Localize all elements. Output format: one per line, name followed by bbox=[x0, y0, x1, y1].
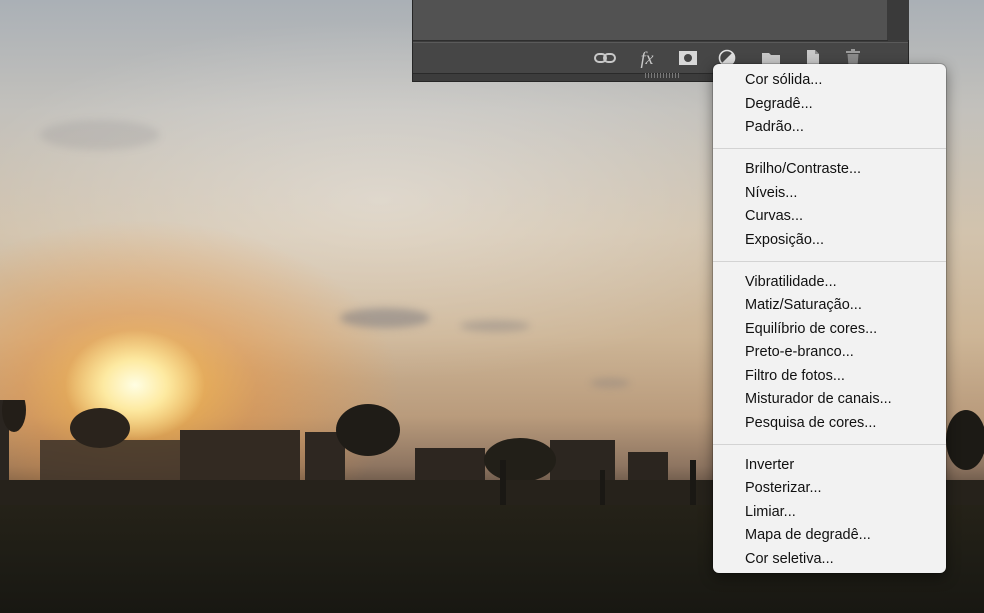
menu-item-equilibrio-de-cores[interactable]: Equilíbrio de cores... bbox=[713, 318, 946, 342]
menu-item-matiz-saturacao[interactable]: Matiz/Saturação... bbox=[713, 294, 946, 318]
cloud bbox=[590, 378, 630, 388]
menu-separator bbox=[713, 260, 946, 262]
cloud bbox=[340, 308, 430, 328]
menu-item-curvas[interactable]: Curvas... bbox=[713, 205, 946, 229]
menu-separator bbox=[713, 443, 946, 445]
menu-item-inverter[interactable]: Inverter bbox=[713, 454, 946, 478]
menu-item-niveis[interactable]: Níveis... bbox=[713, 182, 946, 206]
menu-item-limiar[interactable]: Limiar... bbox=[713, 501, 946, 525]
menu-item-mapa-de-degrade[interactable]: Mapa de degradê... bbox=[713, 524, 946, 548]
cloud bbox=[40, 120, 160, 150]
menu-item-vibratilidade[interactable]: Vibratilidade... bbox=[713, 271, 946, 295]
menu-item-cor-solida[interactable]: Cor sólida... bbox=[713, 69, 946, 93]
menu-item-cor-seletiva[interactable]: Cor seletiva... bbox=[713, 548, 946, 572]
menu-item-brilho-contraste[interactable]: Brilho/Contraste... bbox=[713, 158, 946, 182]
layers-scrollbar[interactable] bbox=[887, 0, 909, 40]
menu-item-posterizar[interactable]: Posterizar... bbox=[713, 477, 946, 501]
link-icon[interactable] bbox=[593, 47, 617, 69]
fx-icon[interactable]: fx bbox=[635, 47, 659, 69]
menu-item-padrao[interactable]: Padrão... bbox=[713, 116, 946, 140]
adjustment-layer-menu: Cor sólida... Degradê... Padrão... Brilh… bbox=[713, 64, 946, 573]
menu-item-degrade[interactable]: Degradê... bbox=[713, 93, 946, 117]
menu-item-pesquisa-de-cores[interactable]: Pesquisa de cores... bbox=[713, 412, 946, 436]
menu-separator bbox=[713, 148, 946, 149]
layer-mask-icon[interactable] bbox=[676, 47, 700, 69]
layers-list-area[interactable] bbox=[413, 0, 888, 41]
fx-label: fx bbox=[640, 47, 654, 68]
menu-item-preto-e-branco[interactable]: Preto-e-branco... bbox=[713, 341, 946, 365]
menu-item-filtro-de-fotos[interactable]: Filtro de fotos... bbox=[713, 365, 946, 389]
panel-drag-grip[interactable] bbox=[645, 73, 679, 78]
cloud bbox=[460, 320, 530, 332]
menu-item-exposicao[interactable]: Exposição... bbox=[713, 229, 946, 253]
menu-item-misturador-de-canais[interactable]: Misturador de canais... bbox=[713, 388, 946, 412]
